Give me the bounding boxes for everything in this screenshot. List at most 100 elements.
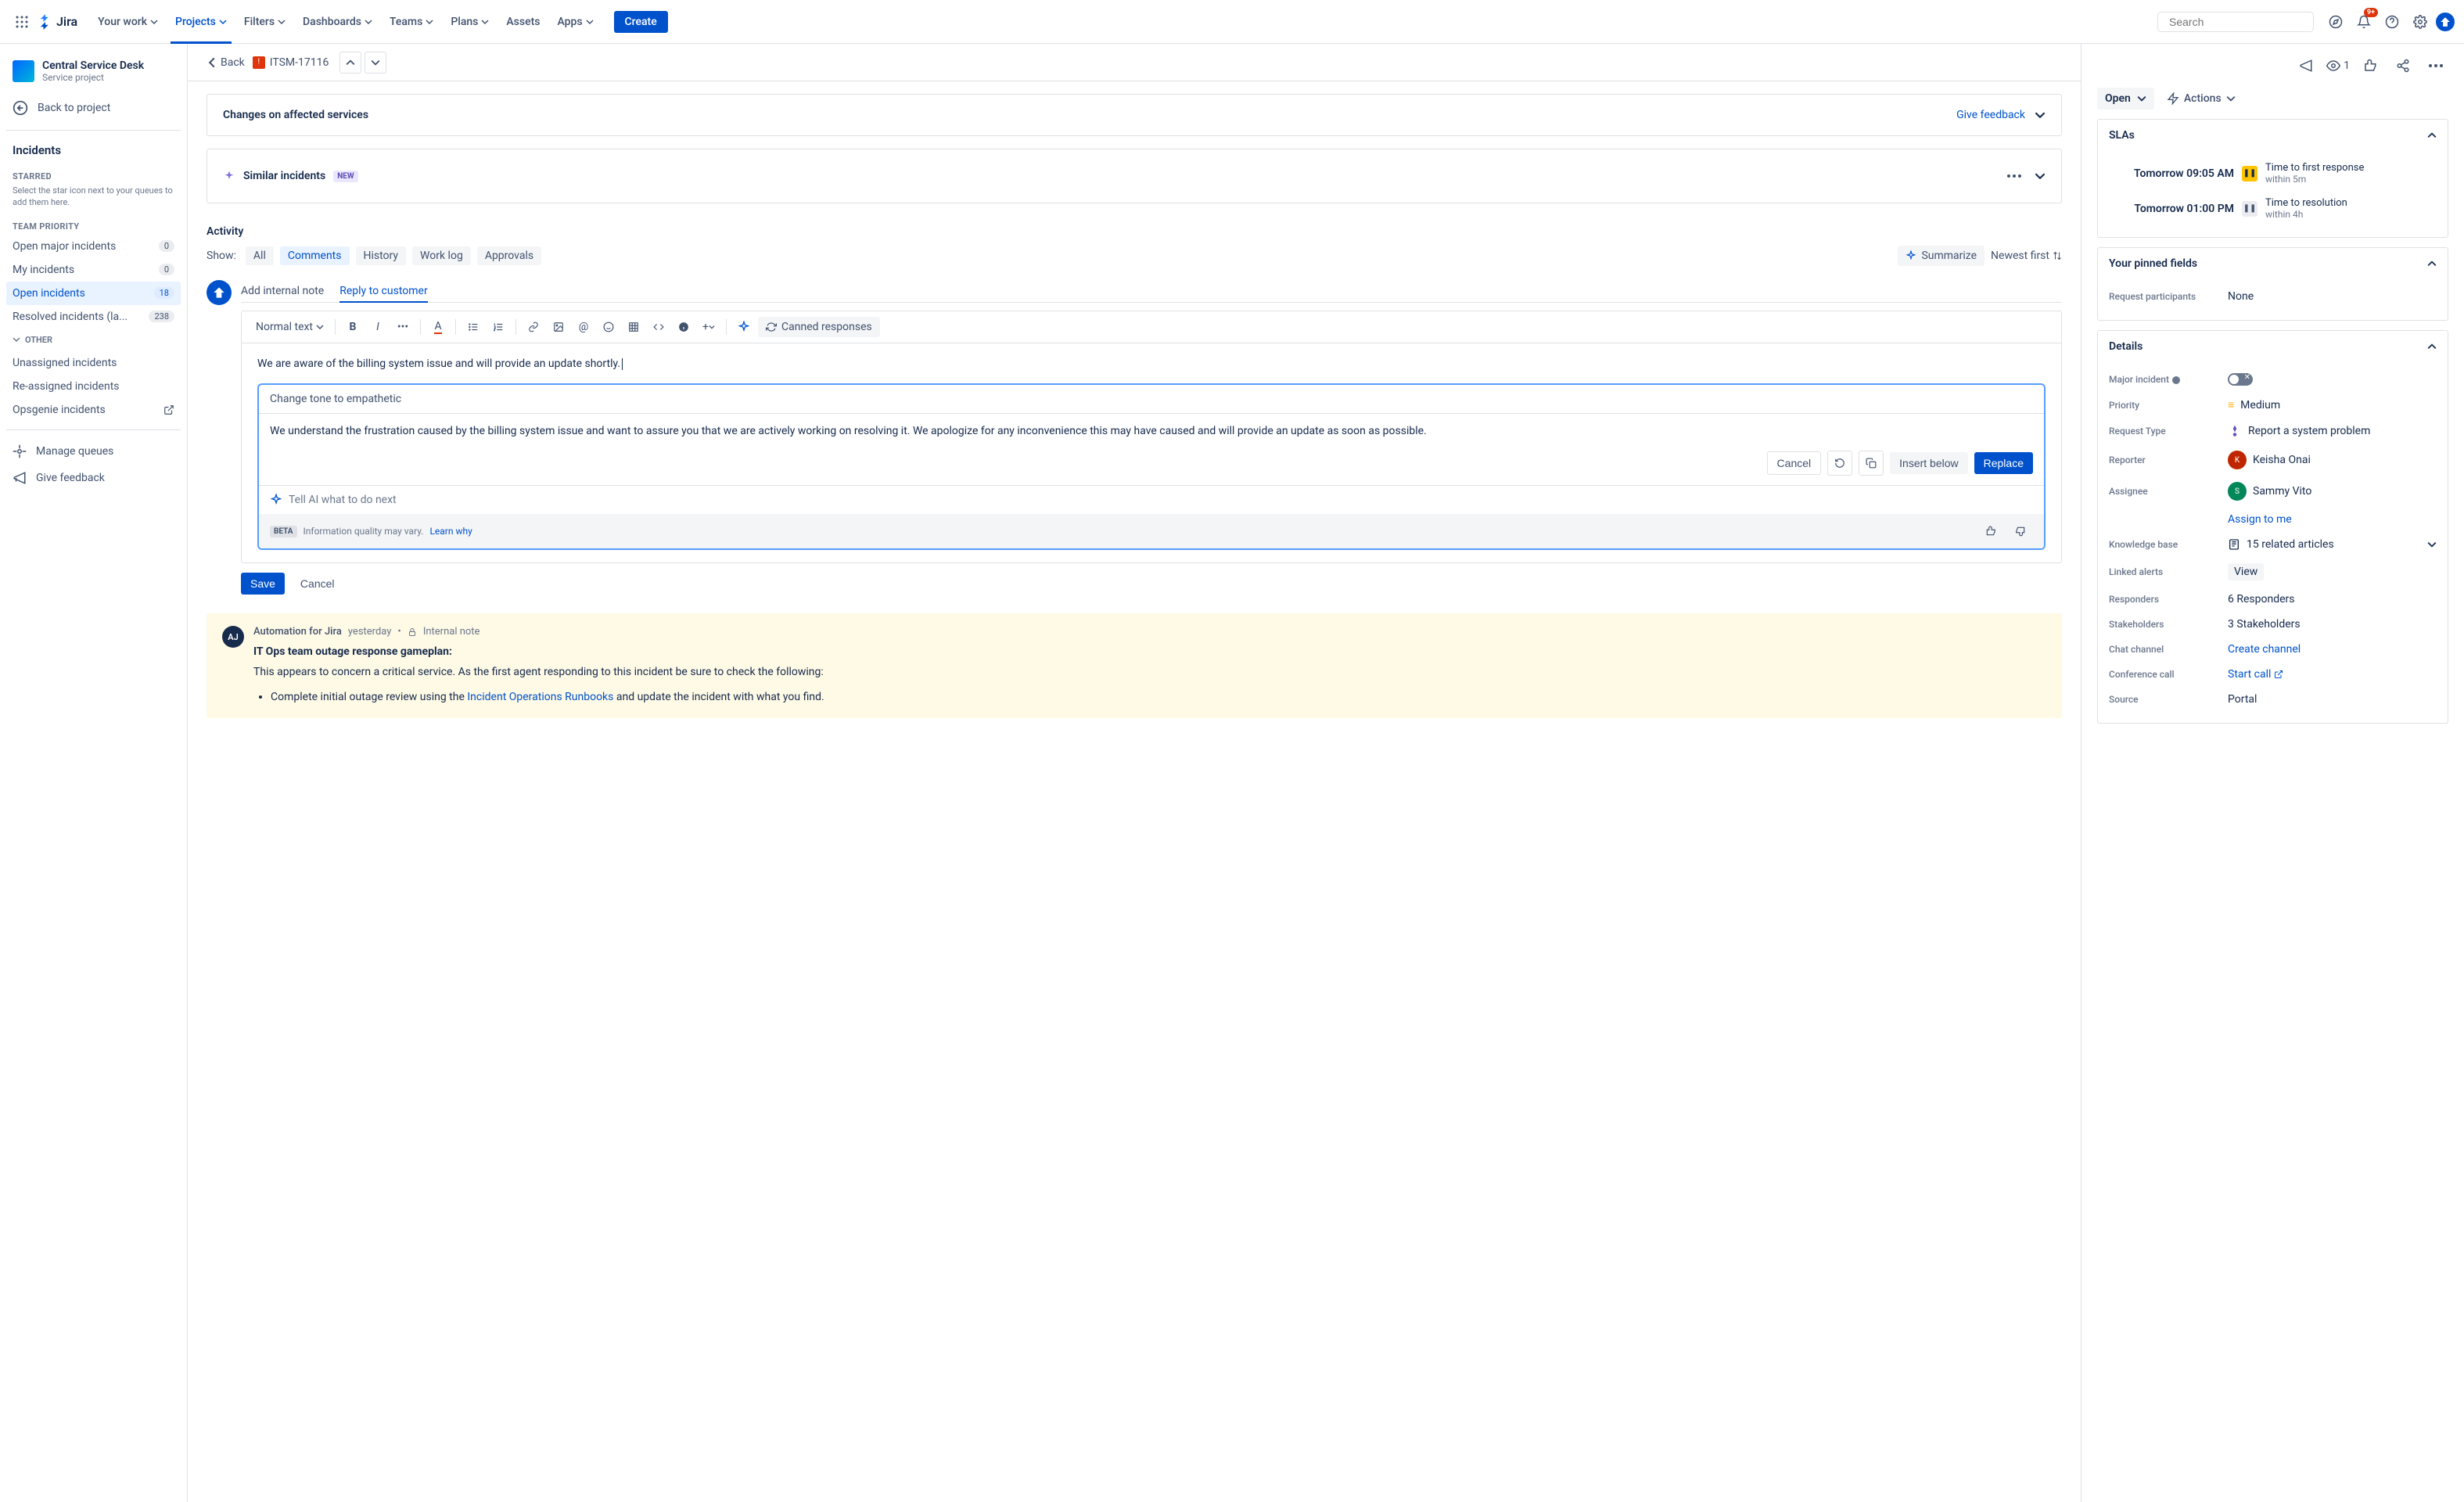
queue-open-incidents[interactable]: Open incidents18 xyxy=(6,282,181,305)
nav-teams[interactable]: Teams xyxy=(382,11,441,33)
manage-queues[interactable]: Manage queues xyxy=(6,438,181,465)
jira-logo[interactable]: Jira xyxy=(38,14,77,30)
help-icon[interactable] xyxy=(2380,9,2405,34)
profile-avatar[interactable] xyxy=(2436,13,2455,31)
thumbs-up-icon[interactable] xyxy=(1978,519,2003,544)
table-button[interactable] xyxy=(623,316,645,338)
thumbs-down-icon[interactable] xyxy=(2008,519,2033,544)
tab-reply-customer[interactable]: Reply to customer xyxy=(339,280,427,302)
create-channel-link[interactable]: Create channel xyxy=(2228,643,2301,656)
queue-open-major[interactable]: Open major incidents0 xyxy=(6,235,181,258)
view-alerts-button[interactable]: View xyxy=(2228,563,2264,580)
settings-icon[interactable] xyxy=(2408,9,2433,34)
queue-reassigned[interactable]: Re-assigned incidents xyxy=(6,375,181,398)
actions-dropdown[interactable]: Actions xyxy=(2167,92,2236,105)
ai-insert-below-button[interactable]: Insert below xyxy=(1890,452,1967,474)
more-formatting-button[interactable]: ••• xyxy=(392,316,414,338)
field-responders[interactable]: Responders 6 Responders xyxy=(2109,587,2437,612)
issue-key[interactable]: ! ITSM-17116 xyxy=(253,56,329,69)
sort-button[interactable]: Newest first xyxy=(1991,250,2062,262)
numbered-list-button[interactable] xyxy=(487,316,509,338)
field-assignee[interactable]: Assignee SSammy Vito xyxy=(2109,476,2437,507)
queue-my-incidents[interactable]: My incidents0 xyxy=(6,258,181,282)
editor-content[interactable]: We are aware of the billing system issue… xyxy=(242,343,2061,562)
notifications-icon[interactable]: 9+ xyxy=(2351,9,2376,34)
app-switcher-icon[interactable] xyxy=(9,9,34,34)
tab-worklog[interactable]: Work log xyxy=(412,246,471,265)
start-call-link[interactable]: Start call xyxy=(2228,668,2283,681)
chevron-down-icon[interactable] xyxy=(2035,110,2046,120)
field-priority[interactable]: Priority ≡Medium xyxy=(2109,392,2437,418)
ai-cancel-button[interactable]: Cancel xyxy=(1767,451,1822,475)
next-issue-button[interactable] xyxy=(365,52,386,74)
status-dropdown[interactable]: Open xyxy=(2097,88,2154,110)
tab-history[interactable]: History xyxy=(356,246,407,265)
like-icon[interactable] xyxy=(2358,53,2383,78)
details-header[interactable]: Details xyxy=(2098,331,2448,362)
canned-responses-button[interactable]: Canned responses xyxy=(758,317,880,337)
mention-button[interactable]: @ xyxy=(573,316,594,338)
text-style-select[interactable]: Normal text xyxy=(251,318,329,336)
field-stakeholders[interactable]: Stakeholders 3 Stakeholders xyxy=(2109,612,2437,637)
emoji-button[interactable] xyxy=(598,316,620,338)
field-request-type[interactable]: Request Type Report a system problem xyxy=(2109,418,2437,444)
summarize-button[interactable]: Summarize xyxy=(1898,246,1984,266)
more-actions-icon[interactable] xyxy=(2002,163,2027,189)
bold-button[interactable]: B xyxy=(342,316,364,338)
cancel-button[interactable]: Cancel xyxy=(291,573,344,595)
nav-plans[interactable]: Plans xyxy=(443,11,497,33)
queue-opsgenie[interactable]: Opsgenie incidents xyxy=(6,398,181,422)
runbooks-link[interactable]: Incident Operations Runbooks xyxy=(467,691,613,703)
italic-button[interactable]: I xyxy=(367,316,389,338)
nav-filters[interactable]: Filters xyxy=(236,11,293,33)
nav-projects[interactable]: Projects xyxy=(167,11,235,33)
nav-dashboards[interactable]: Dashboards xyxy=(295,11,380,33)
search-box[interactable] xyxy=(2157,12,2314,32)
ai-button[interactable] xyxy=(733,316,755,338)
ai-next-prompt[interactable]: Tell AI what to do next xyxy=(259,485,2044,514)
text-color-button[interactable]: A xyxy=(427,316,449,338)
comment-author[interactable]: Automation for Jira xyxy=(253,626,342,638)
nav-assets[interactable]: Assets xyxy=(498,11,548,33)
search-input[interactable] xyxy=(2169,16,2311,28)
save-button[interactable]: Save xyxy=(241,573,285,595)
tab-comments[interactable]: Comments xyxy=(280,246,350,265)
watch-button[interactable]: 1 xyxy=(2326,59,2350,73)
queue-resolved[interactable]: Resolved incidents (la...238 xyxy=(6,305,181,329)
bullet-list-button[interactable] xyxy=(462,316,484,338)
chevron-down-icon[interactable] xyxy=(2035,171,2046,181)
slas-header[interactable]: SLAs xyxy=(2098,120,2448,151)
discover-icon[interactable] xyxy=(2323,9,2348,34)
code-button[interactable] xyxy=(648,316,670,338)
nav-your-work[interactable]: Your work xyxy=(90,11,166,33)
pinned-header[interactable]: Your pinned fields xyxy=(2098,248,2448,279)
field-request-participants[interactable]: Request participants None xyxy=(2109,284,2437,309)
tab-internal-note[interactable]: Add internal note xyxy=(241,280,324,302)
feedback-icon[interactable] xyxy=(2293,53,2319,78)
give-feedback-link[interactable]: Give feedback xyxy=(1956,109,2025,121)
ai-retry-button[interactable] xyxy=(1827,451,1852,476)
field-knowledge-base[interactable]: Knowledge base 15 related articles xyxy=(2109,532,2437,557)
give-feedback[interactable]: Give feedback xyxy=(6,465,181,491)
prev-issue-button[interactable] xyxy=(339,52,361,74)
back-to-project[interactable]: Back to project xyxy=(6,94,181,122)
share-icon[interactable] xyxy=(2390,53,2416,78)
more-icon[interactable] xyxy=(2423,53,2448,78)
tab-approvals[interactable]: Approvals xyxy=(477,246,541,265)
link-button[interactable] xyxy=(523,316,544,338)
learn-why-link[interactable]: Learn why xyxy=(429,526,472,537)
queue-unassigned[interactable]: Unassigned incidents xyxy=(6,351,181,375)
info-button[interactable] xyxy=(673,316,695,338)
image-button[interactable] xyxy=(548,316,569,338)
back-button[interactable]: Back xyxy=(207,56,245,69)
create-button[interactable]: Create xyxy=(614,11,668,33)
nav-apps[interactable]: Apps xyxy=(549,11,601,33)
tab-all[interactable]: All xyxy=(246,246,274,265)
assign-to-me-link[interactable]: Assign to me xyxy=(2228,513,2292,526)
ai-copy-button[interactable] xyxy=(1859,451,1884,476)
field-reporter[interactable]: Reporter KKeisha Onai xyxy=(2109,444,2437,476)
info-icon[interactable] xyxy=(2171,376,2181,385)
ai-replace-button[interactable]: Replace xyxy=(1974,452,2033,474)
add-more-button[interactable]: + xyxy=(698,316,720,338)
major-incident-toggle[interactable]: ✕ xyxy=(2228,373,2253,386)
